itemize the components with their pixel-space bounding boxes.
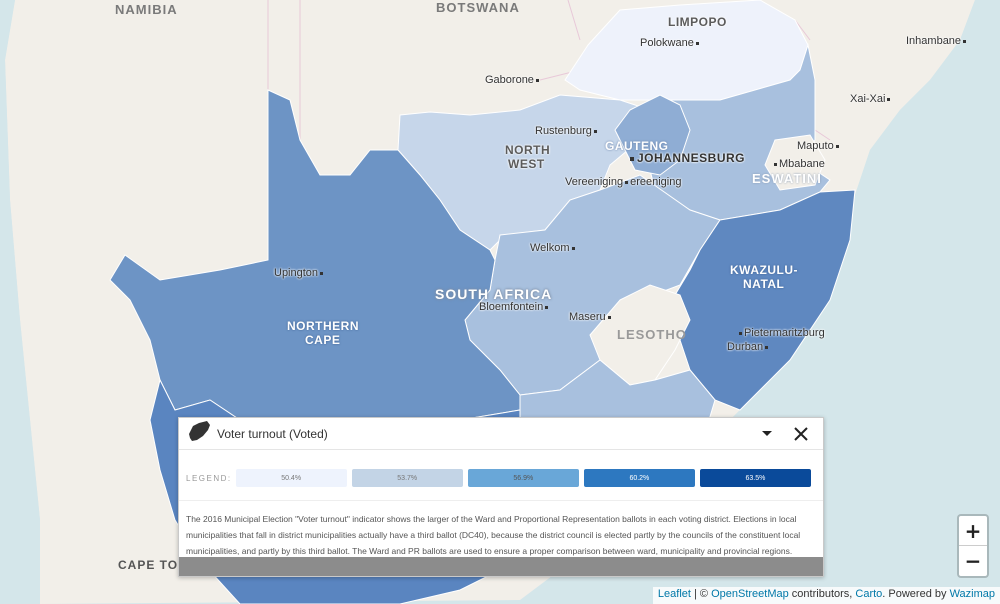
- city-label-gaborone: Gaborone: [485, 74, 541, 86]
- indicator-description: The 2016 Municipal Election "Voter turno…: [179, 500, 823, 576]
- legend-swatch: 50.4%: [235, 469, 347, 487]
- legend-swatch: 53.7%: [351, 469, 463, 487]
- zoom-in-button[interactable]: +: [959, 516, 987, 546]
- zoom-out-button[interactable]: −: [959, 546, 987, 576]
- panel-title: Voter turnout (Voted): [217, 426, 328, 441]
- province-label-northern-cape-1: NORTHERN: [287, 319, 359, 333]
- description-overlay: [179, 557, 823, 576]
- city-label-pietermaritzburg: Pietermaritzburg: [737, 327, 825, 339]
- chevron-down-icon[interactable]: [753, 420, 781, 448]
- city-label-inhambane: Inhambane: [906, 35, 968, 47]
- openstreetmap-link[interactable]: OpenStreetMap: [711, 588, 789, 600]
- legend-swatch: 56.9%: [467, 469, 579, 487]
- province-label-north-west-1: NORTH: [505, 143, 551, 157]
- country-label-south-africa: SOUTH AFRICA: [435, 286, 553, 302]
- legend-swatch: 60.2%: [583, 469, 695, 487]
- city-label-maseru: Maseru: [569, 311, 613, 323]
- city-label-upington: Upington: [274, 267, 325, 279]
- city-label-polokwane: Polokwane: [640, 37, 701, 49]
- city-label-bloemfontein: Bloemfontein: [479, 301, 550, 313]
- leaflet-link[interactable]: Leaflet: [658, 588, 691, 600]
- zoom-control: + −: [957, 514, 989, 578]
- legend-label: LEGEND:: [186, 473, 232, 483]
- country-label-botswana: BOTSWANA: [436, 0, 520, 15]
- country-label-namibia: NAMIBIA: [115, 2, 178, 17]
- city-label-johannesburg: JOHANNESBURG: [630, 151, 745, 165]
- legend: LEGEND: 50.4% 53.7% 56.9% 60.2% 63.5%: [179, 450, 823, 494]
- province-label-kzn-2: NATAL: [743, 277, 785, 291]
- wazimap-link[interactable]: Wazimap: [950, 588, 995, 600]
- carto-link[interactable]: Carto: [855, 588, 882, 600]
- province-label-limpopo: LIMPOPO: [668, 15, 727, 29]
- city-label-vereeniging: Vereeniging ereeniging: [565, 176, 682, 188]
- province-label-northern-cape-2: CAPE: [305, 333, 341, 347]
- city-label-rustenburg: Rustenburg: [535, 125, 599, 137]
- province-label-north-west-2: WEST: [508, 157, 545, 171]
- city-label-mbabane: Mbabane: [772, 158, 825, 170]
- city-label-maputo: Maputo: [797, 140, 841, 152]
- close-icon[interactable]: [787, 420, 815, 448]
- attribution: Leaflet | © OpenStreetMap contributors, …: [652, 587, 1000, 604]
- panel-header: Voter turnout (Voted): [179, 418, 823, 450]
- city-label-durban: Durban: [727, 341, 770, 353]
- country-label-lesotho: LESOTHO: [617, 327, 687, 342]
- province-label-kzn-1: KWAZULU-: [730, 263, 798, 277]
- indicator-panel: Voter turnout (Voted) LEGEND: 50.4% 53.7…: [178, 417, 824, 577]
- city-label-welkom: Welkom: [530, 242, 577, 254]
- south-africa-map-icon: [187, 420, 211, 447]
- city-label-xai-xai: Xai-Xai: [850, 93, 892, 105]
- legend-swatch: 63.5%: [699, 469, 811, 487]
- country-label-eswatini: ESWATINI: [752, 171, 822, 186]
